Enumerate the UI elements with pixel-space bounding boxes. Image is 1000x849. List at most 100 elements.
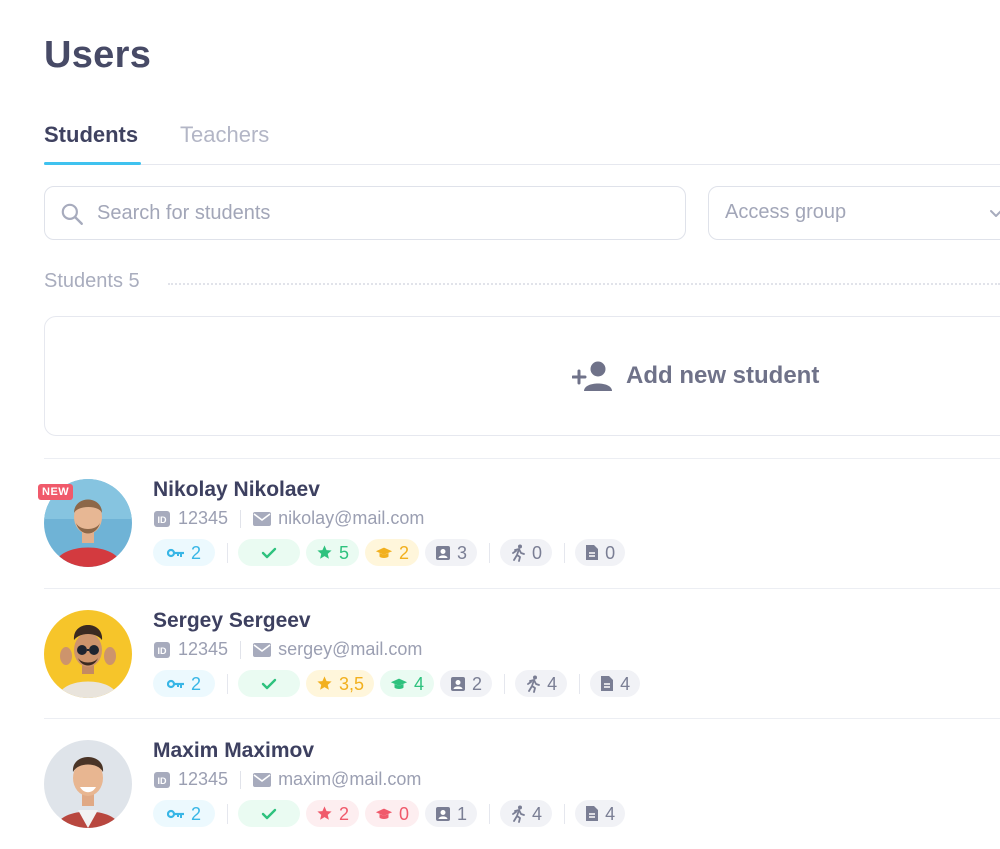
page-title: Users — [44, 34, 152, 76]
avatar[interactable] — [44, 610, 132, 698]
documents-count: 4 — [605, 803, 616, 824]
user-id: 12345 — [178, 508, 229, 528]
row-divider — [44, 458, 1000, 459]
user-stats: 2 5 2 3 0 0 — [153, 539, 631, 566]
user-email: maxim@mail.com — [278, 769, 422, 789]
documents-stat[interactable]: 4 — [575, 800, 626, 827]
user-email: nikolay@mail.com — [278, 508, 425, 528]
add-new-student-label: Add new student — [626, 362, 820, 389]
contact-card-icon — [451, 676, 466, 691]
rating-value: 3,5 — [339, 673, 365, 694]
documents-stat[interactable]: 4 — [590, 670, 641, 697]
running-icon — [527, 675, 540, 693]
key-icon — [166, 679, 184, 688]
document-icon — [586, 806, 599, 821]
graduation-cap-icon — [375, 808, 393, 819]
add-user-icon — [572, 361, 612, 391]
keys-count: 2 — [190, 542, 201, 563]
document-icon — [586, 545, 599, 560]
chevron-down-icon — [990, 210, 1000, 217]
cards-stat[interactable]: 3 — [425, 539, 478, 566]
mail-icon — [253, 772, 272, 787]
cards-count: 3 — [457, 542, 468, 563]
activity-count: 4 — [532, 803, 543, 824]
cards-count: 2 — [472, 673, 483, 694]
user-name[interactable]: Nikolay Nikolaev — [153, 478, 320, 502]
row-divider — [44, 588, 1000, 589]
check-icon — [261, 808, 277, 819]
rating-value: 2 — [339, 803, 350, 824]
user-meta: ID 12345 nikolay@mail.com — [153, 508, 424, 529]
rating-stat[interactable]: 5 — [306, 539, 360, 566]
mail-icon — [253, 642, 272, 657]
user-name[interactable]: Sergey Sergeev — [153, 609, 311, 633]
cards-stat[interactable]: 1 — [425, 800, 478, 827]
user-id: 12345 — [178, 639, 229, 659]
mail-icon — [253, 511, 272, 526]
graduation-stat[interactable]: 4 — [380, 670, 435, 697]
keys-stat[interactable]: 2 — [153, 800, 215, 827]
access-group-select[interactable]: Access group — [708, 186, 1000, 240]
user-meta: ID 12345 maxim@mail.com — [153, 769, 421, 790]
check-icon — [261, 547, 277, 558]
document-icon — [601, 676, 614, 691]
user-meta: ID 12345 sergey@mail.com — [153, 639, 422, 660]
graduation-count: 0 — [399, 803, 410, 824]
cards-stat[interactable]: 2 — [440, 670, 493, 697]
add-new-student-button[interactable]: Add new student — [44, 316, 1000, 436]
access-group-value: Access group — [725, 201, 847, 223]
search-box[interactable] — [44, 186, 686, 240]
graduation-cap-icon — [390, 678, 408, 689]
activity-stat[interactable]: 4 — [500, 800, 553, 827]
search-icon — [61, 203, 83, 225]
rating-stat[interactable]: 2 — [306, 800, 360, 827]
students-count-label: Students 5 — [44, 270, 140, 292]
completed-stat[interactable] — [238, 670, 300, 697]
activity-stat[interactable]: 4 — [515, 670, 568, 697]
svg-text:ID: ID — [158, 646, 168, 656]
graduation-stat[interactable]: 2 — [365, 539, 420, 566]
completed-stat[interactable] — [238, 539, 300, 566]
key-icon — [166, 548, 184, 557]
star-icon — [317, 545, 332, 559]
id-icon: ID — [153, 771, 171, 789]
user-id: 12345 — [178, 769, 229, 789]
star-icon — [317, 806, 332, 820]
contact-card-icon — [436, 806, 451, 821]
graduation-count: 2 — [399, 542, 410, 563]
new-badge: NEW — [38, 484, 74, 500]
documents-count: 4 — [620, 673, 631, 694]
keys-stat[interactable]: 2 — [153, 539, 215, 566]
section-divider — [168, 283, 1000, 285]
user-row[interactable]: Maxim Maximov ID 12345 maxim@mail.com 2 … — [0, 739, 1000, 849]
id-icon: ID — [153, 510, 171, 528]
graduation-cap-icon — [375, 547, 393, 558]
user-row[interactable]: NEW Nikolay Nikolaev ID 12345 nikolay@ma… — [0, 478, 1000, 589]
running-icon — [512, 805, 525, 823]
tab-students[interactable]: Students — [44, 122, 142, 165]
documents-count: 0 — [605, 542, 616, 563]
activity-stat[interactable]: 0 — [500, 539, 553, 566]
graduation-count: 4 — [414, 673, 425, 694]
row-divider — [44, 718, 1000, 719]
keys-stat[interactable]: 2 — [153, 670, 215, 697]
activity-count: 4 — [547, 673, 558, 694]
user-email: sergey@mail.com — [278, 639, 423, 659]
user-row[interactable]: Sergey Sergeev ID 12345 sergey@mail.com … — [0, 609, 1000, 720]
search-input[interactable] — [97, 199, 657, 227]
activity-count: 0 — [532, 542, 543, 563]
documents-stat[interactable]: 0 — [575, 539, 626, 566]
key-icon — [166, 809, 184, 818]
user-stats: 2 2 0 1 4 4 — [153, 800, 631, 827]
tab-teachers[interactable]: Teachers — [180, 122, 269, 148]
contact-card-icon — [436, 545, 451, 560]
rating-stat[interactable]: 3,5 — [306, 670, 375, 697]
cards-count: 1 — [457, 803, 468, 824]
graduation-stat[interactable]: 0 — [365, 800, 420, 827]
completed-stat[interactable] — [238, 800, 300, 827]
keys-count: 2 — [190, 803, 201, 824]
avatar[interactable] — [44, 740, 132, 828]
user-stats: 2 3,5 4 2 4 4 — [153, 670, 646, 697]
svg-text:ID: ID — [158, 515, 168, 525]
user-name[interactable]: Maxim Maximov — [153, 739, 314, 763]
